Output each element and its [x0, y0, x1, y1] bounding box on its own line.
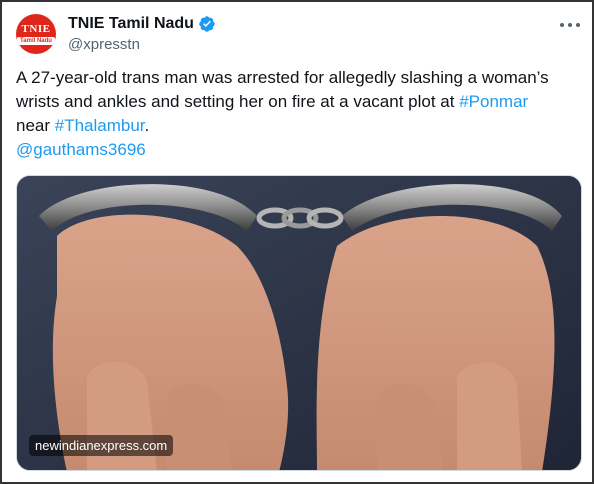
media-image[interactable]: newindianexpress.com — [16, 175, 582, 471]
tweet-text: A 27-year-old trans man was arrested for… — [16, 66, 582, 162]
author-name-row: TNIE Tamil Nadu — [68, 15, 216, 33]
hashtag-thalambur[interactable]: #Thalambur — [55, 116, 145, 135]
image-watermark: newindianexpress.com — [29, 435, 174, 456]
avatar-logo-text: TNIE — [21, 22, 51, 35]
handcuffed-hands-image — [17, 176, 581, 470]
more-options-icon[interactable] — [560, 18, 580, 32]
tweet-card[interactable]: TNIE Tamil Nadu TNIE Tamil Nadu @xpresst… — [2, 2, 592, 482]
tweet-text-part: near — [16, 116, 55, 135]
author-name[interactable]: TNIE Tamil Nadu — [68, 15, 194, 33]
author-handle[interactable]: @xpresstn — [68, 36, 140, 53]
avatar[interactable]: TNIE Tamil Nadu — [16, 14, 56, 54]
hashtag-ponmar[interactable]: #Ponmar — [459, 92, 528, 111]
avatar-logo-subtext: Tamil Nadu — [17, 36, 55, 45]
tweet-frame: TNIE Tamil Nadu TNIE Tamil Nadu @xpresst… — [0, 0, 594, 484]
verified-badge-icon — [199, 16, 215, 32]
tweet-text-part: . — [144, 116, 150, 135]
mention-link[interactable]: @gauthams3696 — [16, 140, 146, 159]
